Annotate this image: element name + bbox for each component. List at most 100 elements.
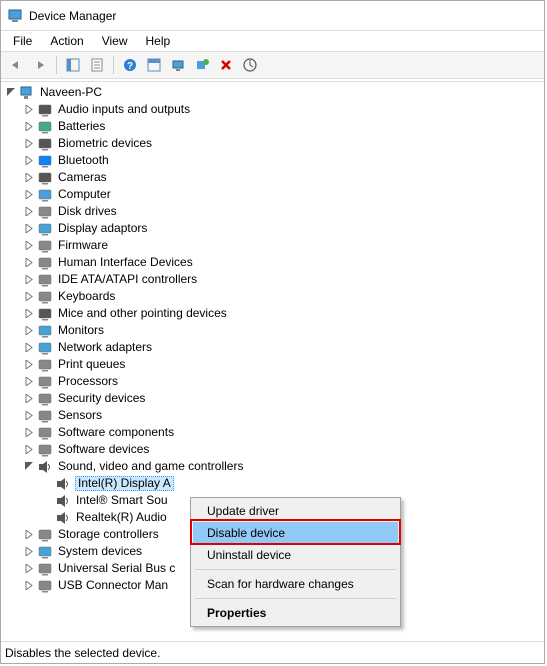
- show-hidden-button[interactable]: [143, 54, 165, 76]
- svg-text:?: ?: [127, 61, 133, 72]
- tree-item-label: System devices: [57, 543, 142, 560]
- expand-icon[interactable]: [23, 359, 35, 371]
- tree-category[interactable]: Network adapters: [1, 339, 544, 356]
- expand-icon[interactable]: [23, 342, 35, 354]
- device-icon: [37, 357, 53, 373]
- expand-icon[interactable]: [23, 325, 35, 337]
- expand-icon[interactable]: [23, 376, 35, 388]
- expand-icon[interactable]: [23, 155, 35, 167]
- tree-category[interactable]: Audio inputs and outputs: [1, 101, 544, 118]
- tree-category[interactable]: Firmware: [1, 237, 544, 254]
- tree-category[interactable]: Keyboards: [1, 288, 544, 305]
- tree-device[interactable]: Intel(R) Display A: [1, 475, 544, 492]
- tree-category[interactable]: Biometric devices: [1, 135, 544, 152]
- device-icon: [37, 136, 53, 152]
- expand-icon[interactable]: [23, 563, 35, 575]
- device-icon: [37, 102, 53, 118]
- tree-category[interactable]: Mice and other pointing devices: [1, 305, 544, 322]
- expand-icon[interactable]: [23, 104, 35, 116]
- tree-item-label: USB Connector Man: [57, 577, 168, 594]
- expand-icon[interactable]: [23, 393, 35, 405]
- expand-icon[interactable]: [23, 410, 35, 422]
- expand-icon[interactable]: [23, 172, 35, 184]
- speaker-icon: [37, 459, 53, 475]
- tree-category[interactable]: Bluetooth: [1, 152, 544, 169]
- collapse-icon[interactable]: [23, 461, 35, 473]
- tree-item-label: Storage controllers: [57, 526, 159, 543]
- tree-category[interactable]: Sensors: [1, 407, 544, 424]
- tree-category[interactable]: Cameras: [1, 169, 544, 186]
- tree-item-label: Processors: [57, 373, 118, 390]
- menu-help[interactable]: Help: [138, 32, 179, 50]
- device-icon: [37, 527, 53, 543]
- tree-category[interactable]: Processors: [1, 373, 544, 390]
- tree-item-label: Monitors: [57, 322, 104, 339]
- device-icon: [37, 544, 53, 560]
- uninstall-button[interactable]: [215, 54, 237, 76]
- device-icon: [37, 340, 53, 356]
- expand-icon[interactable]: [23, 274, 35, 286]
- device-icon: [37, 306, 53, 322]
- expand-icon[interactable]: [23, 223, 35, 235]
- tree-category[interactable]: IDE ATA/ATAPI controllers: [1, 271, 544, 288]
- tree-item-label: Firmware: [57, 237, 108, 254]
- tree-category[interactable]: Print queues: [1, 356, 544, 373]
- expand-icon[interactable]: [23, 444, 35, 456]
- tree-item-label: Mice and other pointing devices: [57, 305, 227, 322]
- expand-icon[interactable]: [23, 580, 35, 592]
- enable-device-button[interactable]: [191, 54, 213, 76]
- device-icon: [37, 204, 53, 220]
- expand-icon[interactable]: [23, 138, 35, 150]
- menu-view[interactable]: View: [94, 32, 136, 50]
- ctx-uninstall-device[interactable]: Uninstall device: [193, 544, 398, 566]
- tree-category[interactable]: Security devices: [1, 390, 544, 407]
- tree-category[interactable]: Disk drives: [1, 203, 544, 220]
- tree-category-expanded[interactable]: Sound, video and game controllers: [1, 458, 544, 475]
- ctx-scan-hardware[interactable]: Scan for hardware changes: [193, 573, 398, 595]
- expand-icon[interactable]: [23, 240, 35, 252]
- status-bar: Disables the selected device.: [1, 641, 544, 663]
- tree-category[interactable]: Computer: [1, 186, 544, 203]
- tree-category[interactable]: Batteries: [1, 118, 544, 135]
- tree-item-label: Universal Serial Bus c: [57, 560, 175, 577]
- expand-icon[interactable]: [23, 546, 35, 558]
- device-icon: [37, 425, 53, 441]
- tree-category[interactable]: Human Interface Devices: [1, 254, 544, 271]
- tree-category[interactable]: Software components: [1, 424, 544, 441]
- update-driver-button[interactable]: [167, 54, 189, 76]
- tree-category[interactable]: Software devices: [1, 441, 544, 458]
- ctx-separator: [195, 598, 396, 599]
- tree-item-label: Print queues: [57, 356, 125, 373]
- device-icon: [37, 442, 53, 458]
- tree-root[interactable]: Naveen-PC: [1, 84, 544, 101]
- expand-icon[interactable]: [23, 308, 35, 320]
- expand-icon[interactable]: [23, 189, 35, 201]
- expand-icon[interactable]: [23, 121, 35, 133]
- tree-item-label: Human Interface Devices: [57, 254, 193, 271]
- ctx-disable-device[interactable]: Disable device: [193, 522, 398, 544]
- scan-hardware-button[interactable]: [239, 54, 261, 76]
- help-button[interactable]: ?: [119, 54, 141, 76]
- ctx-update-driver[interactable]: Update driver: [193, 500, 398, 522]
- expand-icon[interactable]: [23, 529, 35, 541]
- expand-icon[interactable]: [23, 206, 35, 218]
- expand-icon[interactable]: [23, 257, 35, 269]
- expand-icon[interactable]: [23, 427, 35, 439]
- device-icon: [37, 408, 53, 424]
- device-icon: [37, 272, 53, 288]
- tree-category[interactable]: Display adaptors: [1, 220, 544, 237]
- menu-action[interactable]: Action: [42, 32, 91, 50]
- tree-item-label: Software components: [57, 424, 174, 441]
- collapse-icon[interactable]: [5, 87, 17, 99]
- forward-button[interactable]: [29, 54, 51, 76]
- ctx-properties[interactable]: Properties: [193, 602, 398, 624]
- device-icon: [37, 170, 53, 186]
- menu-file[interactable]: File: [5, 32, 40, 50]
- tree-item-label: Disk drives: [57, 203, 117, 220]
- back-button[interactable]: [5, 54, 27, 76]
- tree-category[interactable]: Monitors: [1, 322, 544, 339]
- computer-icon: [19, 85, 35, 101]
- show-hide-console-button[interactable]: [62, 54, 84, 76]
- properties-button[interactable]: [86, 54, 108, 76]
- expand-icon[interactable]: [23, 291, 35, 303]
